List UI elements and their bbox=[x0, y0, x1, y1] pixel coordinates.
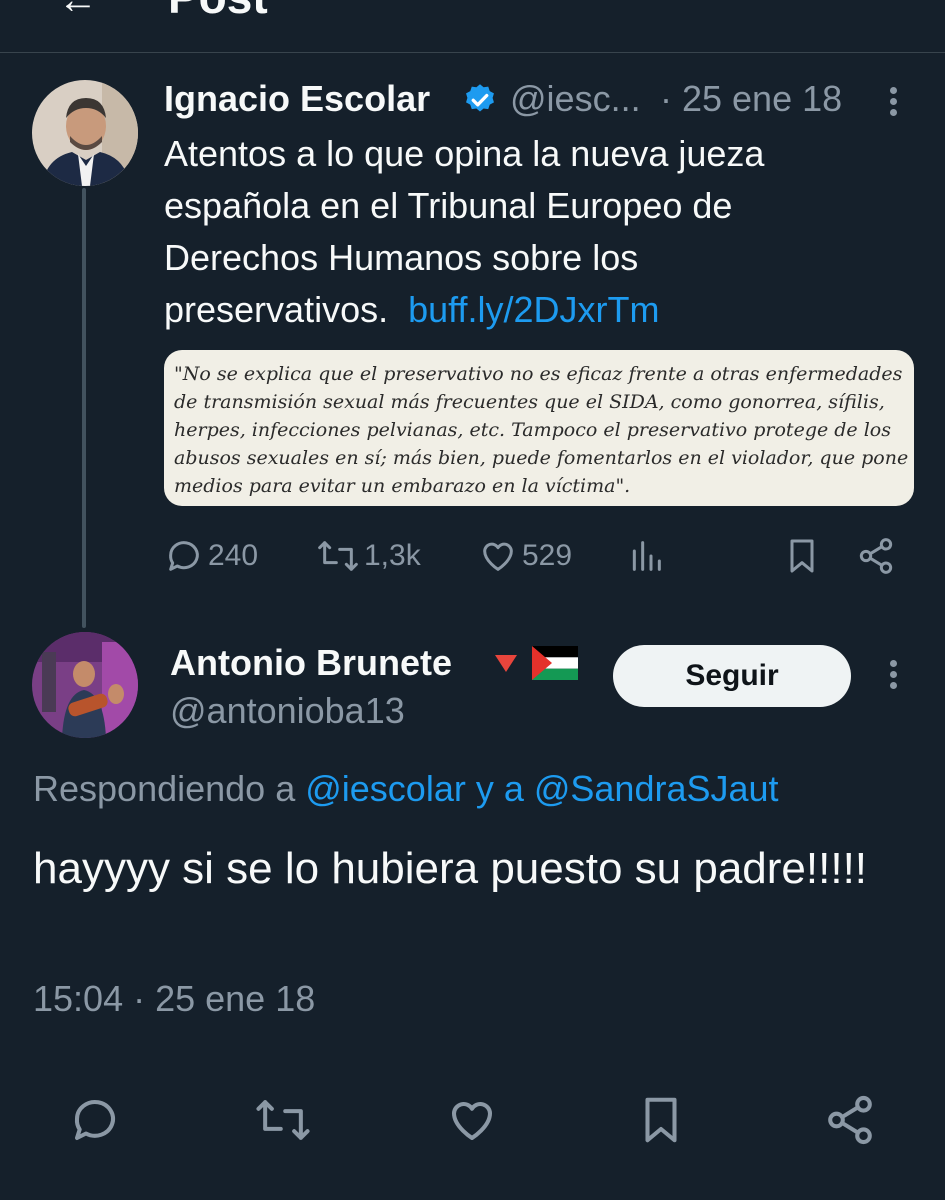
tweet-date[interactable]: · 25 ene 18 bbox=[660, 78, 842, 120]
replying-mentions[interactable]: @iescolar y a @SandraSJaut bbox=[305, 768, 778, 809]
follow-button[interactable]: Seguir bbox=[613, 645, 851, 707]
like-count: 529 bbox=[522, 539, 573, 572]
more-options-icon[interactable] bbox=[883, 83, 903, 123]
reply-author-name[interactable]: Antonio Brunete bbox=[170, 642, 452, 684]
share-button[interactable] bbox=[856, 530, 896, 582]
palestine-flag-icon bbox=[532, 646, 578, 680]
avatar-ignacio-escolar[interactable] bbox=[32, 80, 138, 186]
reply-icon bbox=[74, 1099, 116, 1141]
heart-icon bbox=[451, 1101, 493, 1141]
retweet-button[interactable]: 1,3k bbox=[316, 530, 421, 582]
reply-text: hayyyy si se lo hubiera puesto su padre!… bbox=[33, 844, 868, 893]
views-button[interactable] bbox=[626, 530, 666, 582]
quote-line: "No se explica que el preservativo no es… bbox=[174, 363, 903, 385]
quote-image[interactable]: "No se explica que el preservativo no es… bbox=[164, 350, 914, 506]
quote-line: medios para evitar un embarazo en la víc… bbox=[174, 475, 631, 497]
share-icon bbox=[828, 1095, 872, 1145]
quote-line: abusos sexuales en sí; más bien, puede f… bbox=[174, 447, 909, 469]
bookmark-icon bbox=[790, 539, 814, 573]
reply-button[interactable] bbox=[65, 1090, 125, 1150]
reply-icon bbox=[169, 541, 199, 571]
reply-author-handle[interactable]: @antonioba13 bbox=[170, 690, 405, 732]
retweet-icon bbox=[256, 1100, 310, 1140]
tweet-actions: 240 1,3k 529 bbox=[164, 530, 904, 582]
author-name[interactable]: Ignacio Escolar bbox=[164, 78, 430, 120]
top-bar: ← Post bbox=[0, 0, 945, 53]
down-triangle-icon bbox=[495, 655, 517, 672]
replying-to: Respondiendo a @iescolar y a @SandraSJau… bbox=[33, 768, 779, 810]
bookmark-icon bbox=[645, 1097, 677, 1143]
reply-count: 240 bbox=[208, 539, 259, 572]
author-handle[interactable]: @iesc... bbox=[510, 78, 641, 120]
like-button[interactable] bbox=[442, 1090, 502, 1150]
share-button[interactable] bbox=[820, 1090, 880, 1150]
quote-line: herpes, infecciones pelvianas, etc. Tamp… bbox=[174, 419, 891, 441]
retweet-button[interactable] bbox=[253, 1090, 313, 1150]
avatar-antonio-brunete[interactable] bbox=[32, 632, 138, 738]
page-title: Post bbox=[168, 0, 268, 24]
reply-timestamp[interactable]: 15:04 · 25 ene 18 bbox=[33, 978, 315, 1020]
verified-badge-icon bbox=[466, 84, 494, 112]
reply-button[interactable]: 240 bbox=[164, 530, 258, 582]
arrow-left-icon[interactable]: ← bbox=[58, 0, 98, 23]
analytics-icon bbox=[632, 541, 661, 571]
bookmark-button[interactable] bbox=[631, 1090, 691, 1150]
more-options-icon[interactable] bbox=[883, 656, 903, 696]
tweet-text: Atentos a lo que opina la nueva jueza es… bbox=[164, 128, 864, 336]
retweet-icon bbox=[318, 541, 358, 571]
like-button[interactable]: 529 bbox=[478, 530, 572, 582]
heart-icon bbox=[483, 542, 513, 571]
replying-prefix: Respondiendo a bbox=[33, 768, 296, 809]
quote-line: de transmisión sexual más frecuentes que… bbox=[174, 391, 885, 413]
retweet-count: 1,3k bbox=[364, 539, 421, 572]
bookmark-button[interactable] bbox=[782, 530, 822, 582]
tweet-link[interactable]: buff.ly/2DJxrTm bbox=[408, 289, 659, 330]
thread-line bbox=[82, 188, 86, 628]
share-icon bbox=[859, 538, 893, 574]
reply-actions bbox=[0, 1090, 945, 1150]
